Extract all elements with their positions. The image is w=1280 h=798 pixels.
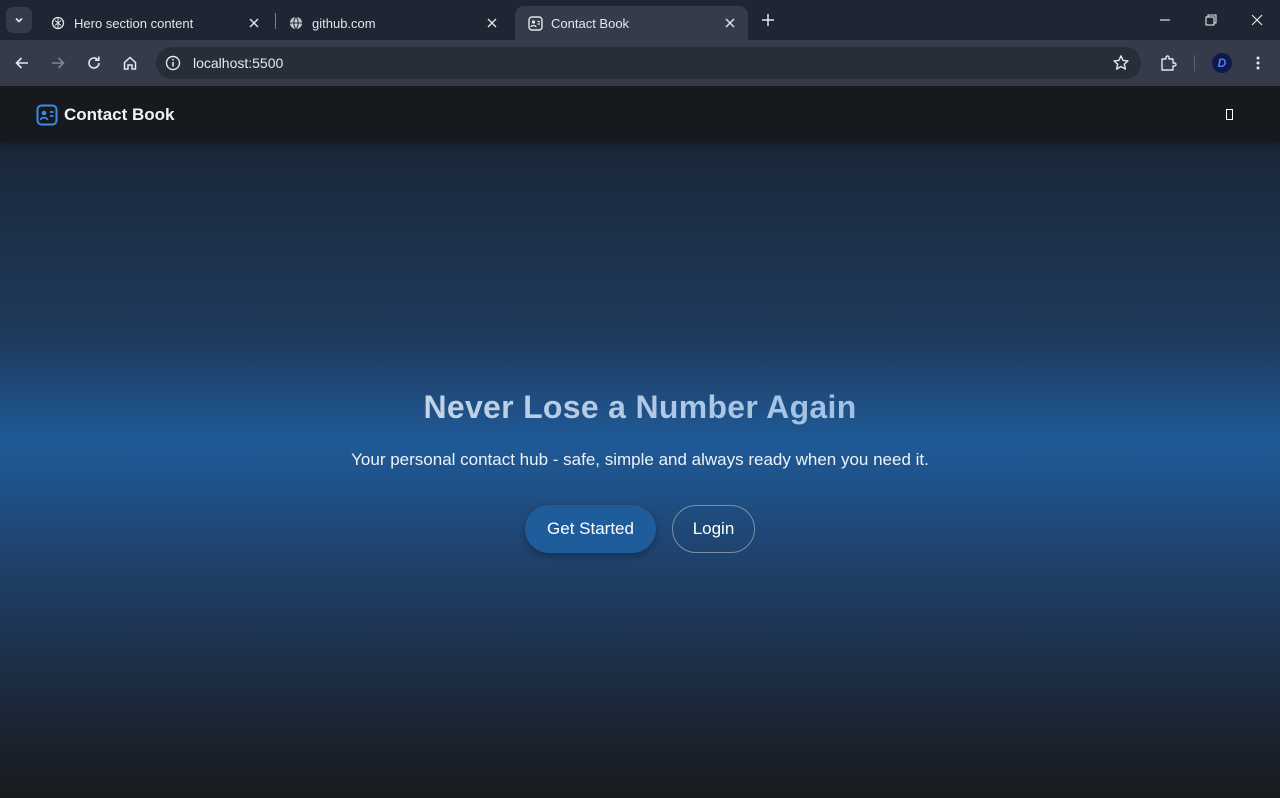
theme-toggle-button[interactable] — [1220, 105, 1238, 123]
page-viewport: Contact Book Never Lose a Number Again Y… — [0, 86, 1280, 798]
chevron-down-icon — [15, 17, 23, 23]
tab-strip: Hero section content github.com Contact … — [0, 0, 1280, 40]
minimize-icon — [1160, 19, 1170, 21]
tab-hero-section[interactable]: Hero section content — [38, 6, 272, 40]
plus-icon — [762, 14, 774, 26]
arrow-left-icon — [15, 57, 28, 69]
contact-card-icon — [527, 15, 543, 31]
site-navbar: Contact Book — [0, 86, 1280, 141]
more-vertical-icon — [1256, 56, 1260, 70]
close-window-button[interactable] — [1242, 6, 1272, 34]
tab-contact-book[interactable]: Contact Book — [515, 6, 748, 40]
tab-title: Contact Book — [551, 15, 630, 31]
tab-search-button[interactable] — [6, 7, 32, 33]
tab-title: Hero section content — [74, 15, 194, 31]
globe-icon — [288, 15, 304, 31]
forward-button[interactable] — [44, 49, 72, 77]
hero-title: Never Lose a Number Again — [0, 389, 1280, 426]
reload-button[interactable] — [80, 49, 108, 77]
minimize-button[interactable] — [1150, 6, 1180, 34]
site-info-icon[interactable] — [162, 52, 184, 74]
hero-subtitle: Your personal contact hub - safe, simple… — [351, 450, 929, 469]
arrow-right-icon — [52, 57, 65, 69]
tab-github[interactable]: github.com — [276, 6, 510, 40]
brand-link[interactable]: Contact Book — [36, 104, 175, 126]
home-button[interactable] — [116, 49, 144, 77]
home-icon — [123, 56, 137, 70]
toggle-icon — [1225, 108, 1233, 120]
close-icon[interactable] — [244, 13, 264, 33]
puzzle-icon — [1161, 55, 1177, 71]
new-tab-button[interactable] — [757, 9, 779, 31]
back-button[interactable] — [8, 49, 36, 77]
openai-icon — [50, 15, 66, 31]
restore-icon — [1205, 14, 1217, 26]
get-started-button[interactable]: Get Started — [525, 505, 656, 553]
browser-toolbar: localhost:5500 — [0, 40, 1280, 86]
close-icon[interactable] — [720, 13, 740, 33]
login-button[interactable]: Login — [672, 505, 755, 553]
profile-avatar[interactable]: D — [1212, 53, 1232, 73]
contact-book-logo-icon — [36, 104, 58, 126]
menu-button[interactable] — [1244, 49, 1272, 77]
profile-initial: D — [1217, 56, 1227, 70]
brand-name: Contact Book — [64, 105, 175, 124]
extensions-button[interactable] — [1154, 49, 1182, 77]
close-icon — [1251, 14, 1263, 26]
reload-icon — [88, 56, 100, 69]
address-bar[interactable]: localhost:5500 — [156, 47, 1141, 79]
close-icon[interactable] — [482, 13, 502, 33]
toolbar-divider — [1194, 55, 1195, 71]
restore-button[interactable] — [1196, 6, 1226, 34]
url-text: localhost:5500 — [193, 55, 284, 71]
bookmark-star-icon[interactable] — [1111, 53, 1131, 73]
tab-title: github.com — [312, 15, 376, 31]
